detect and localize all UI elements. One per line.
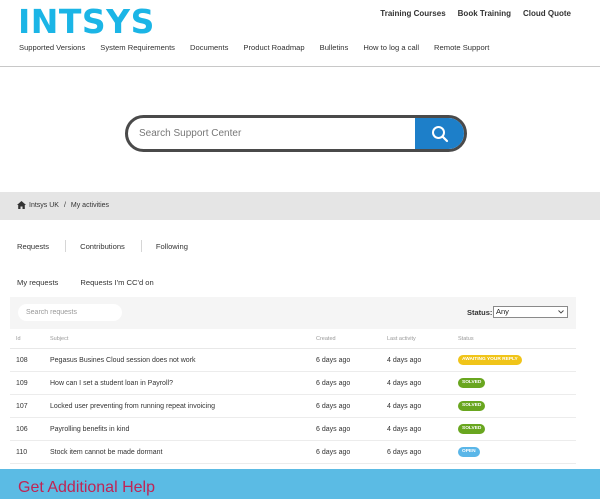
sub-nav-how-to-log-a-call[interactable]: How to log a call <box>363 43 419 52</box>
tab-divider <box>140 240 142 252</box>
request-created: 6 days ago <box>316 380 351 387</box>
table-row[interactable]: 107 Locked user preventing from running … <box>10 395 576 418</box>
request-id: 109 <box>16 380 28 387</box>
breadcrumb-separator: / <box>63 201 66 209</box>
request-subject-link[interactable]: Payrolling benefits in kind <box>50 426 129 433</box>
column-status[interactable]: Status <box>458 336 474 342</box>
request-subject-link[interactable]: Stock item cannot be made dormant <box>50 449 162 456</box>
status-filter-label: Status: <box>467 308 493 317</box>
request-id: 106 <box>16 426 28 433</box>
requests-table-header: Id Subject Created Last activity Status <box>10 332 576 349</box>
request-created: 6 days ago <box>316 426 351 433</box>
site-logo[interactable]: INTSYS <box>18 2 155 41</box>
home-icon[interactable] <box>17 201 26 209</box>
request-id: 108 <box>16 357 28 364</box>
request-last-activity: 4 days ago <box>387 380 422 387</box>
column-subject[interactable]: Subject <box>50 336 68 342</box>
additional-help-title: Get Additional Help <box>18 479 155 496</box>
tab-divider <box>65 240 67 252</box>
search-icon <box>431 125 448 142</box>
request-created: 6 days ago <box>316 449 351 456</box>
search-bar <box>125 115 467 152</box>
breadcrumb-band: Intsys UK / My activities <box>0 192 600 220</box>
subtab-my-requests[interactable]: My requests <box>17 278 58 287</box>
tab-contributions[interactable]: Contributions <box>80 240 125 252</box>
search-button[interactable] <box>415 118 464 149</box>
header-divider <box>0 66 600 67</box>
column-id[interactable]: Id <box>16 336 21 342</box>
activity-tabs: Requests Contributions Following <box>17 240 188 252</box>
additional-help-band: Get Additional Help <box>0 469 600 499</box>
request-last-activity: 4 days ago <box>387 403 422 410</box>
request-subject-link[interactable]: How can I set a student loan in Payroll? <box>50 380 173 387</box>
breadcrumb-current: My activities <box>70 201 110 209</box>
request-id: 110 <box>16 449 28 456</box>
request-last-activity: 4 days ago <box>387 426 422 433</box>
request-id: 107 <box>16 403 28 410</box>
tab-requests[interactable]: Requests <box>17 240 49 252</box>
request-created: 6 days ago <box>316 357 351 364</box>
status-badge: Solved <box>458 378 486 388</box>
request-subject-link[interactable]: Locked user preventing from running repe… <box>50 403 215 410</box>
breadcrumb: Intsys UK / My activities <box>17 201 109 209</box>
top-nav-book-training[interactable]: Book Training <box>458 9 511 18</box>
sub-nav-product-roadmap[interactable]: Product Roadmap <box>243 43 304 52</box>
top-nav: Training Courses Book Training Cloud Quo… <box>380 9 571 18</box>
table-row[interactable]: 106 Payrolling benefits in kind 6 days a… <box>10 418 576 441</box>
top-nav-training-courses[interactable]: Training Courses <box>380 9 445 18</box>
breadcrumb-home[interactable]: Intsys UK <box>29 202 59 209</box>
request-subtabs: My requests Requests I'm CC'd on <box>17 278 176 287</box>
column-last-activity[interactable]: Last activity <box>387 336 416 342</box>
filter-bar: Status: Any <box>10 297 576 329</box>
search-requests-input[interactable] <box>18 304 122 321</box>
table-row[interactable]: 109 How can I set a student loan in Payr… <box>10 372 576 395</box>
chevron-down-icon <box>558 310 564 314</box>
request-last-activity: 4 days ago <box>387 357 422 364</box>
status-badge: Awaiting your reply <box>458 355 522 365</box>
column-created[interactable]: Created <box>316 336 336 342</box>
status-filter-select[interactable]: Any <box>493 306 568 318</box>
sub-nav-supported-versions[interactable]: Supported Versions <box>19 43 85 52</box>
tab-following[interactable]: Following <box>156 240 188 252</box>
table-row[interactable]: 108 Pegasus Busines Cloud session does n… <box>10 349 576 372</box>
table-row[interactable]: 110 Stock item cannot be made dormant 6 … <box>10 441 576 464</box>
request-created: 6 days ago <box>316 403 351 410</box>
search-input[interactable] <box>128 118 418 149</box>
status-badge: Solved <box>458 424 486 434</box>
sub-nav-remote-support[interactable]: Remote Support <box>434 43 489 52</box>
request-last-activity: 6 days ago <box>387 449 422 456</box>
subtab-ccd-requests[interactable]: Requests I'm CC'd on <box>80 278 153 287</box>
request-subject-link[interactable]: Pegasus Busines Cloud session does not w… <box>50 357 196 364</box>
sub-nav: Supported Versions System Requirements D… <box>19 43 504 52</box>
top-nav-cloud-quote[interactable]: Cloud Quote <box>523 9 571 18</box>
sub-nav-documents[interactable]: Documents <box>190 43 228 52</box>
status-badge: Solved <box>458 401 486 411</box>
sub-nav-bulletins[interactable]: Bulletins <box>320 43 349 52</box>
status-filter-value: Any <box>496 307 509 316</box>
status-badge: Open <box>458 447 480 457</box>
sub-nav-system-requirements[interactable]: System Requirements <box>100 43 175 52</box>
